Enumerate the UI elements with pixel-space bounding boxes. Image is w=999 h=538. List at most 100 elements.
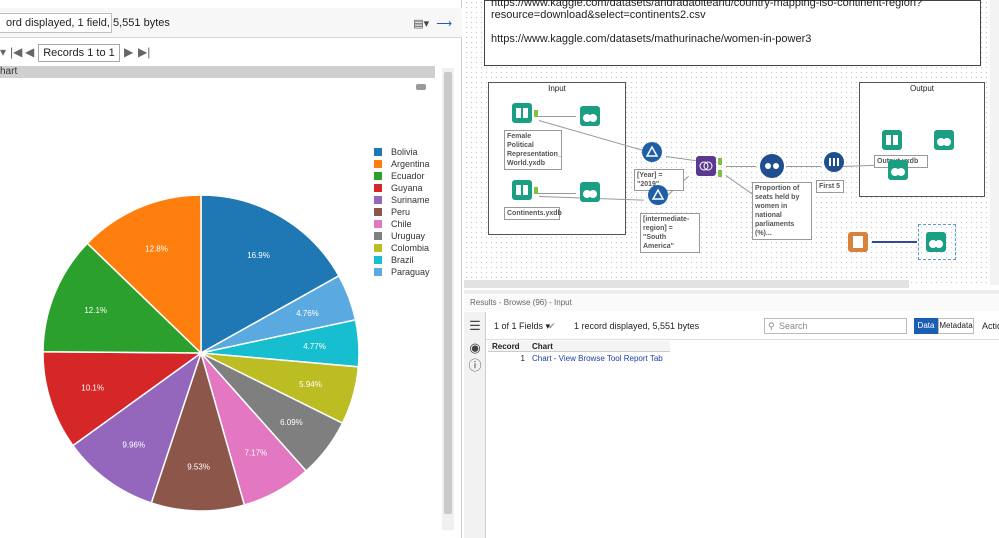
actions-label: Actions bbox=[982, 321, 999, 331]
fields-dropdown-label: 1 of 1 Fields bbox=[494, 321, 544, 331]
chart-section-header: hart bbox=[0, 66, 435, 78]
fields-dropdown[interactable]: 1 of 1 Fields ▾ bbox=[494, 321, 550, 332]
pin-icon[interactable]: ⟶ bbox=[436, 18, 452, 30]
container-title: Output bbox=[909, 84, 934, 93]
row-record-number: 1 bbox=[520, 354, 525, 363]
connection-wire bbox=[786, 166, 821, 167]
legend-label: Guyana bbox=[391, 183, 423, 193]
comment-box[interactable]: https://www.kaggle.com/datasets/andradao… bbox=[484, 0, 981, 66]
search-placeholder: Search bbox=[779, 321, 808, 331]
output-port bbox=[718, 170, 722, 177]
legend-swatch bbox=[374, 196, 382, 204]
sample-tool[interactable] bbox=[824, 152, 844, 172]
legend-item: Argentina bbox=[374, 159, 430, 171]
check-icon[interactable]: ✔ bbox=[548, 321, 556, 332]
first-record-icon[interactable]: |◀ bbox=[10, 45, 22, 59]
chevron-down-icon[interactable]: ▾ bbox=[0, 45, 6, 59]
legend-label: Chile bbox=[391, 219, 412, 229]
legend-item: Bolivia bbox=[374, 147, 418, 159]
scrollbar-thumb[interactable] bbox=[444, 72, 452, 514]
output-port bbox=[718, 158, 722, 165]
browse-tool[interactable] bbox=[934, 130, 954, 150]
legend-item: Uruguay bbox=[374, 231, 425, 243]
tab-metadata[interactable]: Metadata bbox=[938, 318, 974, 334]
legend-swatch bbox=[374, 148, 382, 156]
output-data-tool[interactable] bbox=[882, 130, 902, 150]
comment-line: https://www.kaggle.com/datasets/mathurin… bbox=[491, 33, 812, 45]
legend-item: Peru bbox=[374, 207, 410, 219]
container-title: Input bbox=[548, 84, 566, 93]
column-header-chart[interactable]: Chart bbox=[528, 341, 670, 352]
legend-label: Peru bbox=[391, 207, 411, 217]
record-navigation: ▾ |◀ ◀ Records 1 to 1 ▶ ▶| bbox=[0, 42, 462, 64]
tool-annotation: First 5 bbox=[816, 180, 844, 193]
legend-label: Suriname bbox=[391, 195, 430, 205]
pie-label-argentina: 12.8% bbox=[145, 244, 168, 253]
pie-label-bolivia: 16.9% bbox=[247, 251, 270, 260]
legend-item: Paraguay bbox=[374, 267, 430, 279]
legend-item: Brazil bbox=[374, 255, 414, 267]
view-options-icon[interactable]: ▤▾ bbox=[413, 18, 429, 30]
legend-item: Suriname bbox=[374, 195, 430, 207]
actions-menu[interactable]: Actions ▾ bbox=[982, 321, 999, 332]
filter-tool[interactable] bbox=[642, 142, 662, 162]
next-record-icon[interactable]: ▶ bbox=[124, 45, 133, 59]
workflow-canvas[interactable]: https://www.kaggle.com/datasets/andradao… bbox=[464, 0, 999, 288]
output-port bbox=[534, 187, 538, 194]
browse-tool[interactable] bbox=[580, 182, 600, 202]
connection-wire bbox=[536, 193, 576, 194]
input-data-tool[interactable] bbox=[512, 180, 532, 200]
search-icon: ⚲ bbox=[768, 321, 775, 331]
pie-label-peru: 9.53% bbox=[187, 463, 210, 472]
previous-record-icon[interactable]: ◀ bbox=[25, 45, 34, 59]
browse-tool[interactable] bbox=[580, 106, 600, 126]
results-summary: 1 record displayed, 5,551 bytes bbox=[574, 321, 700, 331]
table-icon[interactable]: ☰ bbox=[467, 318, 483, 334]
results-title: Results - Browse (96) - Input bbox=[464, 295, 999, 311]
vertical-scrollbar[interactable] bbox=[442, 68, 454, 530]
pie-label-paraguay: 4.76% bbox=[296, 309, 319, 318]
browse-toolbar: ord displayed, 1 field, 5,551 bytes ▤▾ ⟶ bbox=[0, 8, 462, 38]
results-sidebar: ☰ ◉ ⓘ bbox=[464, 312, 486, 538]
legend-label: Argentina bbox=[391, 159, 430, 169]
pie-label-colombia: 5.94% bbox=[299, 380, 322, 389]
search-input[interactable]: ⚲ Search bbox=[764, 318, 907, 334]
last-record-icon[interactable]: ▶| bbox=[138, 45, 150, 59]
browse-tool[interactable] bbox=[926, 232, 946, 252]
workflow-pane: https://www.kaggle.com/datasets/andradao… bbox=[464, 0, 999, 538]
legend-label: Paraguay bbox=[391, 267, 430, 277]
legend-swatch bbox=[374, 172, 382, 180]
chart-link[interactable]: Chart - View Browse Tool Report Tab bbox=[532, 353, 672, 364]
tool-annotation: Continents.yxdb bbox=[504, 207, 562, 220]
input-data-tool[interactable] bbox=[512, 103, 532, 123]
legend-swatch bbox=[374, 268, 382, 276]
tab-data[interactable]: Data bbox=[914, 318, 938, 334]
tool-annotation: Female Political Representation_ World.y… bbox=[504, 130, 562, 170]
output-port bbox=[534, 110, 538, 117]
pie-label-chile: 7.17% bbox=[244, 449, 267, 458]
pane-divider[interactable] bbox=[464, 290, 999, 294]
summarize-tool[interactable] bbox=[760, 154, 784, 178]
vertical-scrollbar[interactable] bbox=[990, 0, 999, 285]
browse-tool[interactable] bbox=[888, 160, 908, 180]
connection-wire bbox=[726, 166, 756, 167]
legend-label: Uruguay bbox=[391, 231, 426, 241]
binoculars-icon[interactable]: ◉ bbox=[467, 340, 483, 356]
legend-swatch bbox=[374, 160, 382, 168]
help-icon[interactable]: ⓘ bbox=[467, 358, 483, 374]
filter-tool[interactable] bbox=[648, 185, 668, 205]
comment-line: https://www.kaggle.com/datasets/andradao… bbox=[491, 0, 923, 9]
horizontal-scrollbar[interactable] bbox=[464, 280, 909, 288]
legend-swatch bbox=[374, 256, 382, 264]
legend-swatch bbox=[374, 244, 382, 252]
legend-label: Colombia bbox=[391, 243, 430, 253]
join-tool[interactable] bbox=[696, 156, 716, 176]
legend-item: Ecuador bbox=[374, 171, 425, 183]
legend-swatch bbox=[374, 184, 382, 192]
connection-wire bbox=[536, 116, 576, 117]
column-header-record[interactable]: Record bbox=[488, 341, 528, 352]
output-container[interactable]: Output bbox=[859, 82, 985, 197]
report-tool[interactable] bbox=[848, 232, 868, 252]
legend-swatch bbox=[374, 220, 382, 228]
tool-annotation: [intermediate-region] = "South America" bbox=[640, 213, 700, 253]
